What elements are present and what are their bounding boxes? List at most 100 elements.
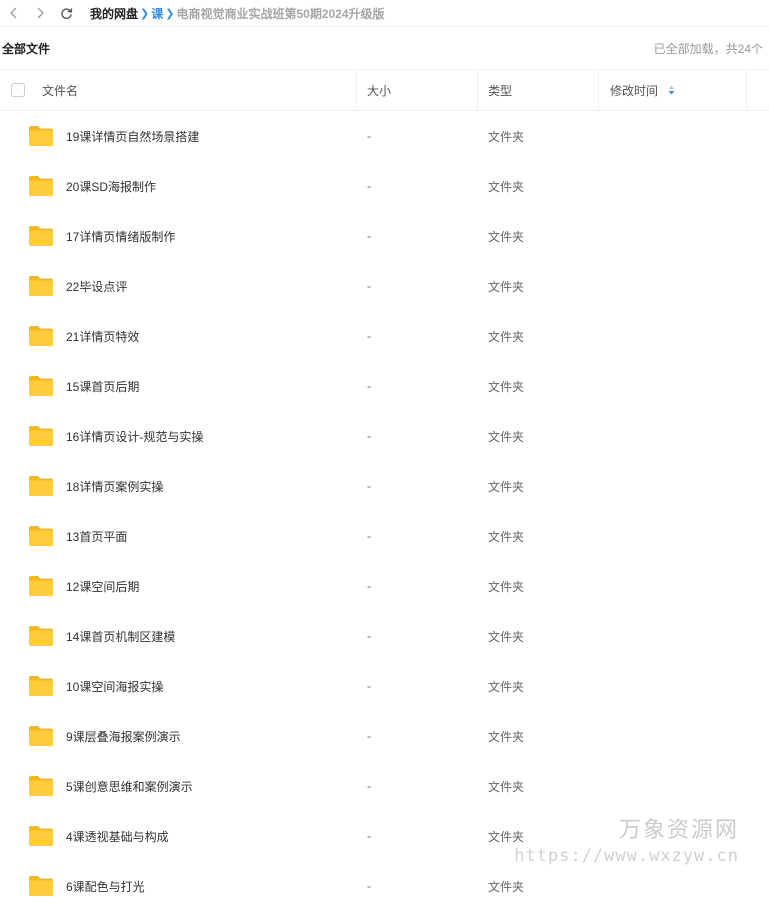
row-size: - xyxy=(367,479,371,493)
row-icon-cell xyxy=(0,225,66,247)
table-row[interactable]: 6课配色与打光 - 文件夹 xyxy=(0,861,769,911)
files-header: 全部文件 已全部加载，共24个 xyxy=(0,27,769,70)
table-row[interactable]: 21详情页特效 - 文件夹 xyxy=(0,311,769,361)
row-icon-cell xyxy=(0,475,66,497)
folder-icon xyxy=(29,826,53,846)
row-type: 文件夹 xyxy=(488,279,525,294)
row-name[interactable]: 6课配色与打光 xyxy=(66,878,357,895)
table-row[interactable]: 13首页平面 - 文件夹 xyxy=(0,511,769,561)
table-row[interactable]: 17详情页情绪版制作 - 文件夹 xyxy=(0,211,769,261)
row-name[interactable]: 21详情页特效 xyxy=(66,328,357,345)
folder-icon xyxy=(29,276,53,296)
row-type: 文件夹 xyxy=(488,629,525,644)
row-size: - xyxy=(367,429,371,443)
folder-icon xyxy=(29,876,53,896)
breadcrumb: 我的网盘 ❯ 课 ❯ 电商视觉商业实战班第50期2024升级版 xyxy=(90,5,385,22)
forward-button[interactable] xyxy=(30,3,50,23)
row-type: 文件夹 xyxy=(488,179,525,194)
table-row[interactable]: 20课SD海报制作 - 文件夹 xyxy=(0,161,769,211)
row-icon-cell xyxy=(0,725,66,747)
breadcrumb-root[interactable]: 我的网盘 xyxy=(90,5,138,22)
row-name[interactable]: 22毕设点评 xyxy=(66,278,357,295)
row-icon-cell xyxy=(0,875,66,897)
row-type: 文件夹 xyxy=(488,329,525,344)
column-header-name[interactable]: 文件名 xyxy=(36,70,357,110)
table-row[interactable]: 12课空间后期 - 文件夹 xyxy=(0,561,769,611)
folder-icon xyxy=(29,226,53,246)
row-icon-cell xyxy=(0,525,66,547)
row-icon-cell xyxy=(0,825,66,847)
row-size: - xyxy=(367,529,371,543)
row-name[interactable]: 13首页平面 xyxy=(66,528,357,545)
select-all-cell xyxy=(0,70,36,110)
row-size: - xyxy=(367,129,371,143)
breadcrumb-parent[interactable]: 课 xyxy=(151,5,163,22)
refresh-icon xyxy=(60,7,72,19)
folder-icon xyxy=(29,126,53,146)
breadcrumb-current: 电商视觉商业实战班第50期2024升级版 xyxy=(176,6,385,21)
row-icon-cell xyxy=(0,175,66,197)
row-size: - xyxy=(367,679,371,693)
row-icon-cell xyxy=(0,125,66,147)
page-title: 全部文件 xyxy=(2,41,51,56)
table-row[interactable]: 22毕设点评 - 文件夹 xyxy=(0,261,769,311)
table-row[interactable]: 4课透视基础与构成 - 文件夹 xyxy=(0,811,769,861)
row-name[interactable]: 20课SD海报制作 xyxy=(66,178,357,195)
row-name[interactable]: 15课首页后期 xyxy=(66,378,357,395)
row-icon-cell xyxy=(0,425,66,447)
row-type: 文件夹 xyxy=(488,829,525,844)
column-size-label: 大小 xyxy=(367,83,392,98)
table-row[interactable]: 19课详情页自然场景搭建 - 文件夹 xyxy=(0,111,769,161)
column-header-size[interactable]: 大小 xyxy=(357,70,478,110)
row-name[interactable]: 17详情页情绪版制作 xyxy=(66,228,357,245)
row-type: 文件夹 xyxy=(488,129,525,144)
row-type: 文件夹 xyxy=(488,229,525,244)
folder-icon xyxy=(29,526,53,546)
row-type: 文件夹 xyxy=(488,579,525,594)
row-size: - xyxy=(367,879,371,893)
table-row[interactable]: 9课层叠海报案例演示 - 文件夹 xyxy=(0,711,769,761)
row-type: 文件夹 xyxy=(488,879,525,894)
row-type: 文件夹 xyxy=(488,429,525,444)
row-name[interactable]: 5课创意思维和案例演示 xyxy=(66,778,357,795)
row-icon-cell xyxy=(0,275,66,297)
row-size: - xyxy=(367,179,371,193)
row-icon-cell xyxy=(0,325,66,347)
row-name[interactable]: 9课层叠海报案例演示 xyxy=(66,728,357,745)
select-all-checkbox[interactable] xyxy=(11,83,25,97)
row-name[interactable]: 19课详情页自然场景搭建 xyxy=(66,128,357,145)
row-name[interactable]: 16详情页设计-规范与实操 xyxy=(66,428,357,445)
chevron-right-icon xyxy=(37,7,44,19)
row-icon-cell xyxy=(0,575,66,597)
folder-icon xyxy=(29,326,53,346)
file-list: 19课详情页自然场景搭建 - 文件夹 20课SD海报制作 - 文件夹 17详情页情绪版制作 -… xyxy=(0,111,769,911)
column-header-type[interactable]: 类型 xyxy=(478,70,599,110)
row-size: - xyxy=(367,279,371,293)
load-status: 已全部加载，共24个 xyxy=(653,41,763,56)
table-row[interactable]: 16详情页设计-规范与实操 - 文件夹 xyxy=(0,411,769,461)
breadcrumb-separator-icon: ❯ xyxy=(140,7,150,20)
folder-icon xyxy=(29,376,53,396)
table-row[interactable]: 18详情页案例实操 - 文件夹 xyxy=(0,461,769,511)
breadcrumb-separator-icon: ❯ xyxy=(165,7,175,20)
folder-icon xyxy=(29,176,53,196)
sort-icon[interactable] xyxy=(668,85,675,95)
back-button[interactable] xyxy=(4,3,24,23)
row-name[interactable]: 12课空间后期 xyxy=(66,578,357,595)
column-header-modified[interactable]: 修改时间 xyxy=(599,70,747,110)
table-row[interactable]: 15课首页后期 - 文件夹 xyxy=(0,361,769,411)
folder-icon xyxy=(29,676,53,696)
row-name[interactable]: 4课透视基础与构成 xyxy=(66,828,357,845)
table-header: 文件名 大小 类型 修改时间 xyxy=(0,70,769,111)
row-name[interactable]: 18详情页案例实操 xyxy=(66,478,357,495)
row-name[interactable]: 10课空间海报实操 xyxy=(66,678,357,695)
refresh-button[interactable] xyxy=(56,3,76,23)
row-name[interactable]: 14课首页机制区建模 xyxy=(66,628,357,645)
row-icon-cell xyxy=(0,375,66,397)
row-type: 文件夹 xyxy=(488,529,525,544)
row-size: - xyxy=(367,779,371,793)
column-modified-label: 修改时间 xyxy=(610,83,659,98)
table-row[interactable]: 14课首页机制区建模 - 文件夹 xyxy=(0,611,769,661)
table-row[interactable]: 5课创意思维和案例演示 - 文件夹 xyxy=(0,761,769,811)
table-row[interactable]: 10课空间海报实操 - 文件夹 xyxy=(0,661,769,711)
